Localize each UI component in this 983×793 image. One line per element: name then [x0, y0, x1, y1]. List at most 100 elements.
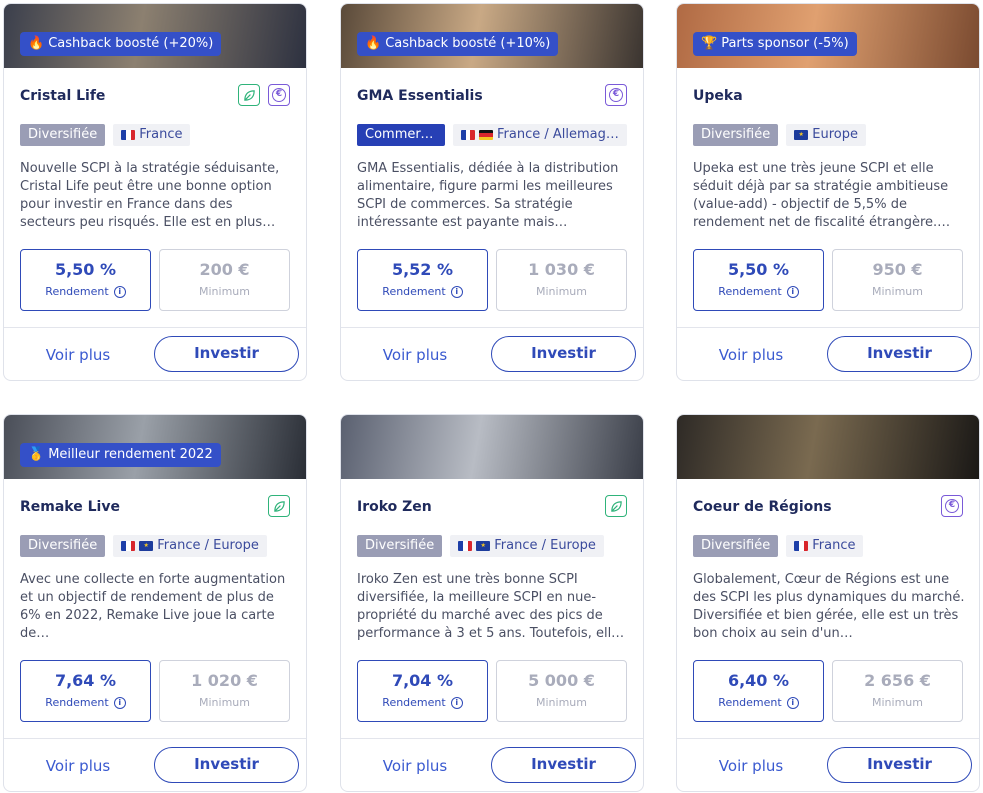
card-tags: Commerces France / Allemagne [357, 124, 627, 146]
minimum-label: Minimum [872, 285, 923, 298]
leaf-icon [605, 495, 627, 517]
minimum-label: Minimum [536, 696, 587, 709]
label-icons [605, 495, 627, 517]
scpi-card: 🔥 Cashback boosté (+20%) Cristal Life € Dive… [3, 3, 307, 381]
voir-plus-link[interactable]: Voir plus [693, 748, 809, 784]
scpi-card: 🔥 Cashback boosté (+10%) GMA Essentialis € C… [340, 3, 644, 381]
minimum-stat: 2 656 € Minimum [832, 660, 963, 722]
card-banner-image: 🔥 Cashback boosté (+10%) [341, 4, 643, 68]
minimum-stat: 1 030 € Minimum [496, 249, 627, 311]
card-divider [4, 327, 306, 328]
yield-label-text: Rendement [45, 285, 109, 298]
promo-badge-label: Cashback boosté (+10%) [385, 36, 551, 51]
minimum-value: 1 020 € [191, 671, 258, 690]
minimum-label: Minimum [199, 696, 250, 709]
flag-fr-icon [458, 541, 473, 551]
card-description: Globalement, Cœur de Régions est une des… [693, 572, 965, 641]
flag-fr-icon [121, 541, 136, 551]
geography-label: France / Allemagne [497, 127, 619, 142]
card-banner-image [677, 415, 979, 479]
promo-badge: 🔥 Cashback boosté (+20%) [20, 32, 222, 56]
fire-icon: 🔥 [365, 36, 382, 51]
voir-plus-link[interactable]: Voir plus [693, 337, 809, 373]
geography-label: France [139, 127, 183, 142]
card-banner-image [341, 415, 643, 479]
promo-badge: 🏆 Parts sponsor (-5%) [693, 32, 857, 56]
flag-fr-icon [121, 130, 136, 140]
category-tag: Commerces [357, 124, 445, 146]
info-icon[interactable]: i [450, 285, 463, 298]
card-title[interactable]: Coeur de Régions [693, 499, 832, 515]
investir-button[interactable]: Investir [827, 336, 972, 372]
investir-button[interactable]: Investir [491, 747, 636, 783]
label-icons: € [941, 495, 963, 517]
info-icon[interactable]: i [786, 285, 799, 298]
voir-plus-link[interactable]: Voir plus [357, 748, 473, 784]
flag-fr-icon [461, 130, 475, 140]
info-icon[interactable]: i [786, 696, 799, 709]
yield-label: Rendement i [358, 696, 487, 709]
yield-stat: 5,50 % Rendement i [20, 249, 151, 311]
card-tags: Diversifiée ★ France / Europe [20, 535, 290, 557]
category-tag: Diversifiée [693, 535, 779, 557]
geography-label: Europe [812, 127, 858, 142]
yield-value: 7,04 % [391, 671, 454, 690]
euro-icon: € [268, 84, 290, 106]
yield-value: 5,50 % [727, 260, 790, 279]
investir-button[interactable]: Investir [491, 336, 636, 372]
geography-tag: France [113, 124, 191, 146]
euro-icon: € [941, 495, 963, 517]
label-icons [268, 495, 290, 517]
minimum-value: 5 000 € [528, 671, 595, 690]
card-title[interactable]: Iroko Zen [357, 499, 432, 515]
banner-photo [677, 415, 979, 479]
geography-tag: ★ France / Europe [113, 535, 267, 557]
card-title[interactable]: GMA Essentialis [357, 88, 483, 104]
card-title[interactable]: Upeka [693, 88, 743, 104]
card-divider [341, 327, 643, 328]
voir-plus-link[interactable]: Voir plus [20, 337, 136, 373]
card-tags: Diversifiée ★ France / Europe [357, 535, 627, 557]
yield-value: 6,40 % [727, 671, 790, 690]
geography-tag: ★ France / Europe [450, 535, 604, 557]
card-title[interactable]: Cristal Life [20, 88, 105, 104]
yield-stat: 6,40 % Rendement i [693, 660, 824, 722]
promo-badge: 🥇 Meilleur rendement 2022 [20, 443, 221, 467]
category-tag: Diversifiée [693, 124, 779, 146]
investir-button[interactable]: Investir [154, 336, 299, 372]
flag-eu-icon: ★ [476, 541, 491, 551]
card-divider [341, 738, 643, 739]
yield-stat: 5,52 % Rendement i [357, 249, 488, 311]
info-icon[interactable]: i [113, 696, 126, 709]
investir-button[interactable]: Investir [154, 747, 299, 783]
voir-plus-link[interactable]: Voir plus [357, 337, 473, 373]
category-tag: Diversifiée [357, 535, 443, 557]
leaf-icon [268, 495, 290, 517]
minimum-label: Minimum [199, 285, 250, 298]
voir-plus-link[interactable]: Voir plus [20, 748, 136, 784]
card-banner-image: 🥇 Meilleur rendement 2022 [4, 415, 306, 479]
info-icon[interactable]: i [113, 285, 126, 298]
category-tag: Diversifiée [20, 535, 106, 557]
flag-eu-icon: ★ [139, 541, 154, 551]
yield-label: Rendement i [694, 696, 823, 709]
scpi-card: 🏆 Parts sponsor (-5%) Upeka Diversifiée ★ Eur… [676, 3, 980, 381]
investir-button[interactable]: Investir [827, 747, 972, 783]
fire-icon: 🔥 [28, 36, 45, 51]
scpi-card: Iroko Zen Diversifiée ★ France / Europe Irok… [340, 414, 644, 792]
card-description: GMA Essentialis, dédiée à la distributio… [357, 161, 619, 230]
yield-value: 5,52 % [391, 260, 454, 279]
geography-tag: France / Allemagne [453, 124, 627, 146]
banner-photo [341, 415, 643, 479]
card-description: Upeka est une très jeune SCPI et elle sé… [693, 161, 951, 230]
card-title[interactable]: Remake Live [20, 499, 120, 515]
trophy-icon: 🏆 [701, 36, 718, 51]
flag-fr-icon [794, 541, 809, 551]
info-icon[interactable]: i [450, 696, 463, 709]
label-icons: € [238, 84, 290, 106]
minimum-label: Minimum [872, 696, 923, 709]
scpi-card: 🥇 Meilleur rendement 2022 Remake Live Diver… [3, 414, 307, 792]
minimum-label: Minimum [536, 285, 587, 298]
euro-icon: € [605, 84, 627, 106]
minimum-value: 2 656 € [864, 671, 931, 690]
